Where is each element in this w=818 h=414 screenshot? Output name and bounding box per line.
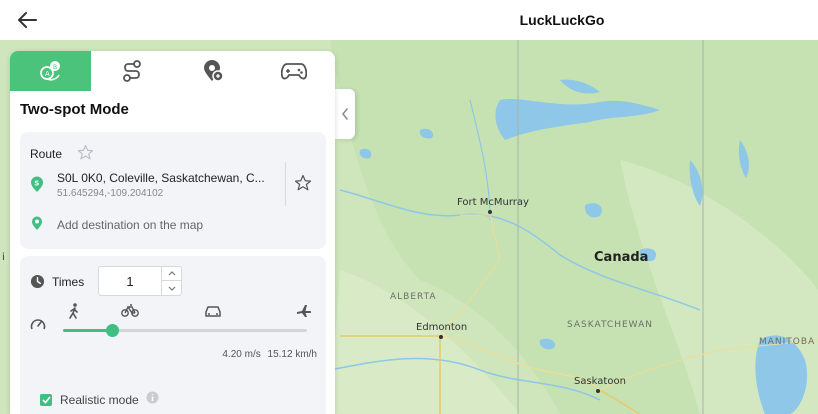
map-label-edmonton: Edmonton <box>416 322 468 333</box>
realistic-mode-label: Realistic mode <box>60 393 139 407</box>
speed-kmh: 15.12 km/h <box>267 349 317 360</box>
svg-text:B: B <box>53 64 57 71</box>
start-coordinates: 51.645294,-109.204102 <box>57 188 164 199</box>
gamepad-icon <box>281 63 308 80</box>
panel-collapse-button[interactable] <box>335 89 355 139</box>
chevron-down-icon <box>168 286 175 291</box>
map-label-saskatchewan: SASKATCHEWAN <box>567 320 653 330</box>
speed-slider[interactable] <box>63 324 307 337</box>
app-title: LuckLuckGo <box>519 12 605 28</box>
chevron-up-icon <box>168 271 175 276</box>
tab-two-spot-mode[interactable]: A B <box>10 51 92 91</box>
city-dot <box>488 210 492 214</box>
speed-readout: 4.20 m/s 15.12 km/h <box>218 349 317 360</box>
speed-slider-thumb[interactable] <box>106 324 119 337</box>
plane-icon[interactable] <box>296 303 312 324</box>
add-destination-prompt[interactable]: Add destination on the map <box>57 218 203 232</box>
map-label-saskatoon: Saskatoon <box>574 376 626 387</box>
teleport-pin-icon <box>204 60 224 82</box>
start-address: S0L 0K0, Coleville, Saskatchewan, C... <box>57 171 265 185</box>
map-label-manitoba: MANITOBA <box>759 337 816 347</box>
map-label-cut: i <box>2 252 5 263</box>
chevron-left-icon <box>342 108 348 120</box>
car-icon[interactable] <box>204 305 222 323</box>
bike-icon[interactable] <box>121 303 139 322</box>
control-panel: A B Two-spot Mode Route S S0L 0K0, Colev… <box>10 51 335 414</box>
walk-icon[interactable] <box>68 303 80 324</box>
realistic-mode-checkbox[interactable] <box>40 394 52 406</box>
speed-ms: 4.20 m/s <box>222 349 261 360</box>
realistic-mode-row: Realistic mode <box>40 391 159 409</box>
two-spot-icon: A B <box>39 61 60 81</box>
info-icon[interactable] <box>146 391 159 409</box>
mode-tabs: A B <box>10 51 335 91</box>
map-label-alberta: ALBERTA <box>390 292 437 302</box>
times-value[interactable]: 1 <box>99 274 161 289</box>
start-point-icon: S <box>30 176 44 198</box>
route-icon <box>122 60 141 82</box>
tab-multi-spot-mode[interactable] <box>91 51 172 91</box>
divider <box>285 162 286 206</box>
route-label: Route <box>30 147 63 161</box>
map-label-canada: Canada <box>594 250 649 265</box>
checkmark-icon <box>41 396 51 404</box>
star-outline-icon[interactable] <box>77 144 94 166</box>
tab-jump-teleport[interactable] <box>173 51 254 91</box>
city-dot <box>596 389 600 393</box>
destination-pin-icon <box>31 216 43 236</box>
decrement-button[interactable] <box>161 281 181 295</box>
speed-slider-fill <box>63 329 112 332</box>
favorite-star-icon[interactable] <box>294 174 312 197</box>
speedometer-icon <box>30 317 46 336</box>
tab-joystick[interactable] <box>254 51 335 91</box>
times-stepper[interactable]: 1 <box>98 266 182 296</box>
start-badge-letter: S <box>34 180 39 188</box>
city-dot <box>439 335 443 339</box>
map-label-fort-mcmurray: Fort McMurray <box>457 197 529 208</box>
route-card: Route S S0L 0K0, Coleville, Saskatchewan… <box>20 132 326 249</box>
increment-button[interactable] <box>161 267 181 281</box>
times-label: Times <box>52 275 85 289</box>
title-bar: LuckLuckGo <box>0 0 818 40</box>
svg-text:A: A <box>45 70 50 78</box>
mode-title: Two-spot Mode <box>20 101 129 118</box>
clock-icon <box>30 274 45 294</box>
speed-card: Times 1 4.20 m/s 15.12 km/h Realistic mo… <box>20 256 326 414</box>
